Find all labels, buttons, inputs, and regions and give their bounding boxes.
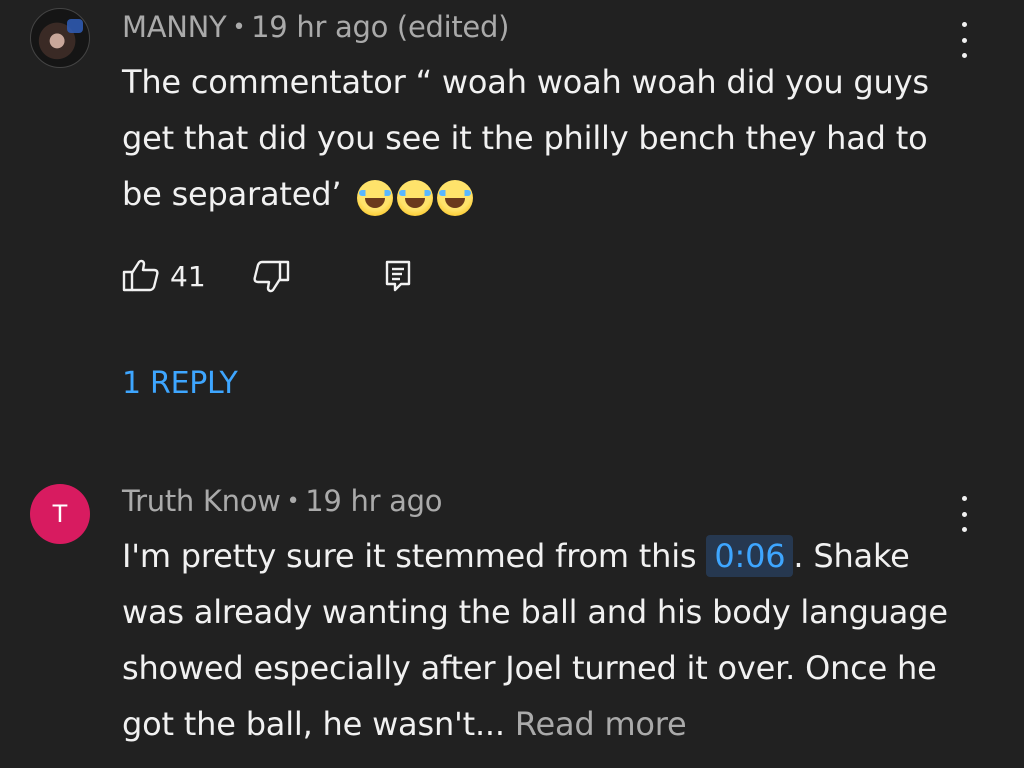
comment-meta: MANNY • 19 hr ago (edited) xyxy=(122,10,509,44)
comment-text: I'm pretty sure it stemmed from this 0:0… xyxy=(122,528,962,752)
laughing-emoji-icon xyxy=(357,180,394,216)
thumbs-down-icon xyxy=(253,260,290,293)
comment-thread: T Truth Know • 19 hr ago I'm pretty sure i… xyxy=(0,470,1024,768)
laughing-emoji-icon xyxy=(437,180,474,216)
comment-time: 19 hr ago (edited) xyxy=(251,10,510,44)
author-name[interactable]: MANNY xyxy=(122,10,227,44)
emoji-group xyxy=(357,168,474,224)
avatar[interactable] xyxy=(30,8,90,68)
reply-icon xyxy=(385,260,411,292)
timestamp-link[interactable]: 0:06 xyxy=(706,535,794,577)
comment-body: I'm pretty sure it stemmed from this xyxy=(122,537,697,575)
comment-thread: MANNY • 19 hr ago (edited) The commentator… xyxy=(0,0,1024,470)
comment-meta: Truth Know • 19 hr ago xyxy=(122,484,442,518)
avatar[interactable]: T xyxy=(30,484,90,544)
view-replies-link[interactable]: 1 REPLY xyxy=(122,366,238,401)
avatar-letter: T xyxy=(52,500,68,528)
comments-page: MANNY • 19 hr ago (edited) The commentator… xyxy=(0,0,1024,768)
comment-body: The commentator “ woah woah woah did you… xyxy=(122,63,929,213)
more-vert-icon[interactable] xyxy=(954,22,974,58)
laughing-emoji-icon xyxy=(397,180,434,216)
like-button[interactable]: 41 xyxy=(122,258,252,294)
thumbs-up-icon xyxy=(122,259,159,292)
reply-button[interactable] xyxy=(382,258,414,294)
like-count: 41 xyxy=(170,259,206,293)
author-name[interactable]: Truth Know xyxy=(122,484,281,518)
comment-actions: 41 xyxy=(122,256,414,296)
comment-text: The commentator “ woah woah woah did you… xyxy=(122,54,962,224)
avatar-photo-detail xyxy=(67,19,83,33)
read-more-link[interactable]: Read more xyxy=(515,705,687,743)
more-vert-icon[interactable] xyxy=(954,496,974,532)
dislike-button[interactable] xyxy=(252,258,382,294)
comment-time: 19 hr ago xyxy=(305,484,443,518)
separator-dot: • xyxy=(232,15,246,40)
separator-dot: • xyxy=(286,489,300,514)
